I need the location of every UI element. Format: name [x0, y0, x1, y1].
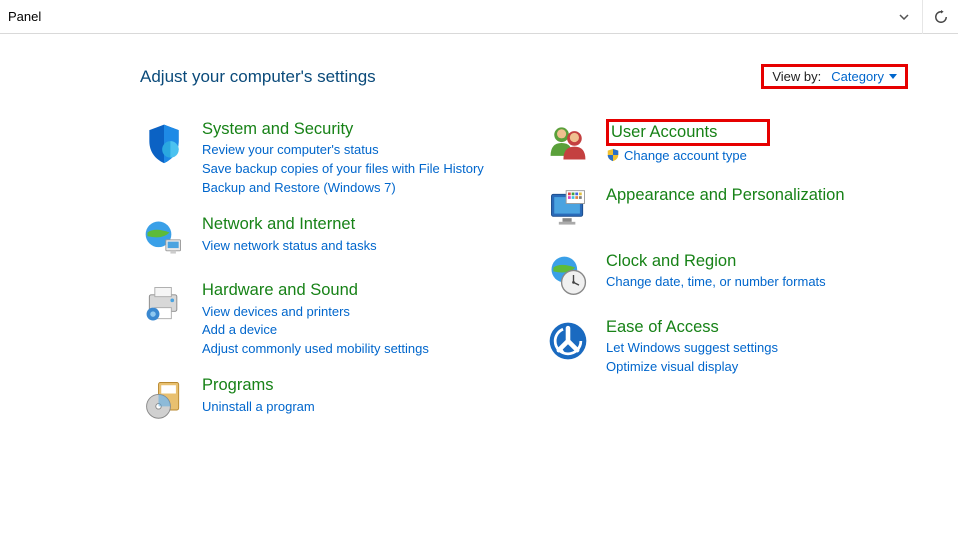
category-title[interactable]: Clock and Region	[606, 251, 826, 272]
category-link[interactable]: Review your computer's status	[202, 141, 484, 159]
category-text: Network and Internet View network status…	[202, 214, 377, 254]
category-link[interactable]: Adjust commonly used mobility settings	[202, 340, 429, 358]
view-by-value-text: Category	[831, 69, 884, 84]
category-title[interactable]: Network and Internet	[202, 214, 377, 235]
category-text: System and Security Review your computer…	[202, 119, 484, 196]
category-appearance-personalization: Appearance and Personalization	[544, 185, 908, 233]
category-clock-region: Clock and Region Change date, time, or n…	[544, 251, 908, 299]
chevron-down-icon	[899, 12, 909, 23]
category-link[interactable]: Backup and Restore (Windows 7)	[202, 179, 484, 197]
category-programs: Programs Uninstall a program	[140, 375, 504, 423]
address-bar: Panel	[0, 0, 958, 34]
category-text: Programs Uninstall a program	[202, 375, 315, 415]
shield-icon	[140, 119, 188, 167]
monitor-colors-icon	[544, 185, 592, 233]
category-title[interactable]: Ease of Access	[606, 317, 778, 338]
category-network-internet: Network and Internet View network status…	[140, 214, 504, 262]
view-by-container: View by: Category	[761, 64, 908, 89]
category-title[interactable]: User Accounts	[611, 123, 717, 141]
refresh-icon	[934, 10, 948, 24]
category-title[interactable]: Hardware and Sound	[202, 280, 429, 301]
topbar-right-controls	[886, 0, 958, 34]
category-text: Hardware and Sound View devices and prin…	[202, 280, 429, 357]
clock-globe-icon	[544, 251, 592, 299]
category-text: Ease of Access Let Windows suggest setti…	[606, 317, 778, 376]
dropdown-button[interactable]	[886, 0, 922, 34]
category-system-security: System and Security Review your computer…	[140, 119, 504, 196]
globe-network-icon	[140, 214, 188, 262]
header-row: Adjust your computer's settings View by:…	[140, 64, 908, 89]
left-column: System and Security Review your computer…	[140, 119, 504, 441]
category-text: Clock and Region Change date, time, or n…	[606, 251, 826, 291]
view-by-label: View by:	[772, 69, 821, 84]
category-link[interactable]: View network status and tasks	[202, 237, 377, 255]
content-area: Adjust your computer's settings View by:…	[0, 34, 958, 461]
categories-columns: System and Security Review your computer…	[140, 119, 908, 441]
category-link[interactable]: Uninstall a program	[202, 398, 315, 416]
right-column: User Accounts Change account type	[544, 119, 908, 441]
users-icon	[544, 119, 592, 167]
breadcrumb-title[interactable]: Panel	[8, 9, 41, 24]
refresh-button[interactable]	[922, 0, 958, 34]
category-link[interactable]: Change account type	[624, 147, 747, 165]
category-text: Appearance and Personalization	[606, 185, 845, 206]
chevron-down-icon	[889, 74, 897, 79]
category-user-accounts: User Accounts Change account type	[544, 119, 908, 167]
category-title[interactable]: Programs	[202, 375, 315, 396]
category-link[interactable]: Optimize visual display	[606, 358, 778, 376]
category-text: User Accounts Change account type	[606, 119, 770, 165]
category-link[interactable]: Change date, time, or number formats	[606, 273, 826, 291]
category-ease-of-access: Ease of Access Let Windows suggest setti…	[544, 317, 908, 376]
view-by-dropdown[interactable]: Category	[831, 69, 897, 84]
uac-shield-icon	[606, 148, 620, 165]
highlight-annotation: User Accounts	[606, 119, 770, 146]
category-title[interactable]: Appearance and Personalization	[606, 185, 845, 206]
category-title[interactable]: System and Security	[202, 119, 484, 140]
category-link[interactable]: View devices and printers	[202, 303, 429, 321]
category-link[interactable]: Let Windows suggest settings	[606, 339, 778, 357]
category-link[interactable]: Save backup copies of your files with Fi…	[202, 160, 484, 178]
disc-box-icon	[140, 375, 188, 423]
printer-icon	[140, 280, 188, 328]
category-hardware-sound: Hardware and Sound View devices and prin…	[140, 280, 504, 357]
ease-of-access-icon	[544, 317, 592, 365]
category-link[interactable]: Add a device	[202, 321, 429, 339]
page-heading: Adjust your computer's settings	[140, 67, 376, 87]
